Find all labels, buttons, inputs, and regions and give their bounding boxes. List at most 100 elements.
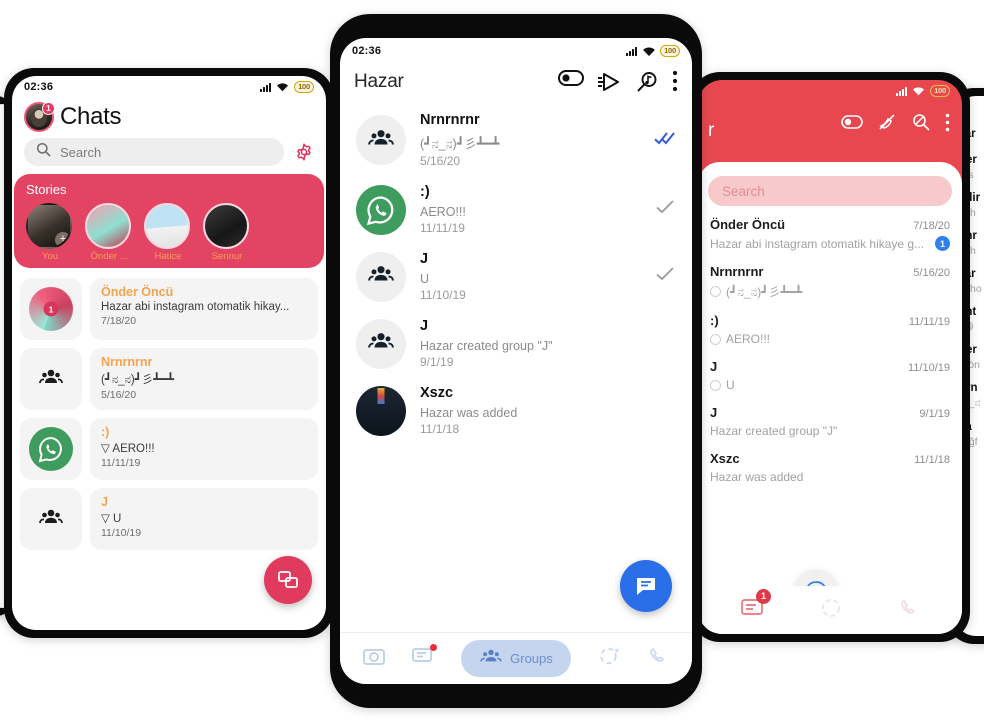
nav-chats-icon[interactable]: 1 (740, 588, 771, 624)
new-chat-fab[interactable] (264, 556, 312, 604)
list-item[interactable]: Önder Öncü 7/18/20 Hazar abi instagram oto… (698, 210, 962, 257)
list-item-body[interactable]: Xszc Hazar was added 11/1/18 (420, 385, 640, 436)
add-story-icon[interactable]: + (55, 232, 70, 247)
chat-name: Xszc (710, 451, 740, 466)
unread-badge: 1 (43, 301, 59, 317)
chat-name: J (101, 495, 108, 509)
list-item-header: J 11/10/19 (710, 359, 950, 374)
story-avatar[interactable] (85, 203, 131, 249)
nav-camera[interactable] (363, 646, 386, 671)
chat-date: 5/16/20 (420, 154, 461, 168)
avatar[interactable] (356, 184, 406, 235)
nav-groups[interactable]: Groups (461, 640, 571, 677)
chat-name: Nrnrnrnr (101, 355, 153, 369)
nav-chats[interactable] (412, 644, 438, 670)
nav-status[interactable] (598, 645, 620, 672)
list-item[interactable]: 1 Önder Öncü Hazar abi instagram otomatik … (20, 278, 318, 340)
avatar[interactable] (356, 115, 406, 165)
search-off-icon[interactable] (911, 112, 931, 137)
list-item-body[interactable]: :) AERO!!! 11/11/19 (420, 184, 640, 235)
avatar-container[interactable] (20, 488, 82, 550)
avatar[interactable] (356, 318, 406, 369)
avatar-container[interactable] (20, 348, 82, 410)
list-item-body[interactable]: J ▽ U 11/10/19 (90, 488, 318, 550)
wifi-icon (276, 82, 289, 92)
list-item-body[interactable]: Önder Öncü Hazar abi instagram otomatik h… (90, 278, 318, 340)
list-item-body[interactable]: J Hazar created group "J" 9/1/19 (420, 318, 640, 369)
avatar (29, 427, 73, 471)
story-avatar[interactable]: + (26, 203, 72, 249)
nav-calls[interactable] (647, 645, 669, 672)
avatar-container[interactable] (20, 418, 82, 480)
story-item[interactable]: Sennur (203, 203, 251, 262)
list-item[interactable]: Nrnrnrnr (┛ನ_ನ)┛彡┻━┻ 5/16/20 (20, 348, 318, 410)
search-input[interactable]: Search (24, 138, 284, 166)
wifi-icon (912, 86, 925, 96)
list-item[interactable]: Nrnrnrnr 5/16/20 (┛ನ_ನ)┛彡┻━┻ (698, 257, 962, 306)
list-item[interactable]: Xszc Hazar was added 11/1/18 (340, 377, 692, 444)
overflow-menu-icon[interactable] (945, 113, 950, 137)
phone-center: 02:36 100 Hazar Nrnrnrnr (┛ನ_ನ)┛彡┻━┻ 5/1… (330, 14, 702, 708)
phone-right-screen: 02:36 100 (698, 80, 962, 634)
story-item[interactable]: + You (26, 203, 74, 262)
chat-date: 7/18/20 (913, 220, 950, 232)
list-item[interactable]: :) 11/11/19 AERO!!! (698, 306, 962, 352)
list-item[interactable]: Nrnrnrnr (┛ನ_ನ)┛彡┻━┻ 5/16/20 (340, 104, 692, 176)
chat-message: Hazar abi instagram otomatik hikaye g... (710, 236, 925, 251)
story-avatar[interactable] (203, 203, 249, 249)
avatar[interactable] (356, 385, 406, 436)
screenshot-canvas: zarnerılsedirPhehrPhzarPhoeht😄neryönnrnನ… (0, 0, 984, 721)
story-label: You (41, 251, 59, 262)
list-item[interactable]: J 11/10/19 U (698, 352, 962, 398)
list-item[interactable]: J ▽ U 11/10/19 (20, 488, 318, 550)
list-item-header: Nrnrnrnr 5/16/20 (710, 264, 950, 279)
story-avatar[interactable] (144, 203, 190, 249)
list-item[interactable]: J U 11/10/19 (340, 243, 692, 310)
gear-icon[interactable] (294, 142, 314, 162)
chat-name: J (710, 359, 718, 374)
chat-date: 11/1/18 (914, 454, 950, 466)
story-item[interactable]: Önder ... (85, 203, 133, 262)
list-item[interactable]: J Hazar created group "J" 9/1/19 (340, 310, 692, 377)
group-icon (38, 504, 64, 535)
right-toolbar (698, 102, 962, 137)
list-item-body[interactable]: :) ▽ AERO!!! 11/11/19 (90, 418, 318, 480)
toggle-switch-icon[interactable] (841, 115, 863, 134)
chat-date: 9/1/19 (420, 355, 454, 369)
broadcast-icon[interactable] (596, 70, 620, 94)
nav-status-icon[interactable] (820, 597, 842, 624)
avatar-container[interactable]: 1 (20, 278, 82, 340)
list-item[interactable]: J 9/1/19 Hazar created group "J" (698, 398, 962, 444)
list-item[interactable]: :) AERO!!! 11/11/19 (340, 176, 692, 243)
overflow-menu-icon[interactable] (672, 70, 678, 94)
chat-date: 11/10/19 (420, 288, 466, 302)
story-item[interactable]: Hatice (144, 203, 192, 262)
calls-icon (647, 645, 669, 672)
chat-message: Hazar was added (420, 406, 518, 420)
mute-icon[interactable] (877, 112, 897, 137)
profile-avatar[interactable]: 1 (24, 102, 55, 132)
search-placeholder: Search (722, 183, 765, 199)
list-item-header: Önder Öncü 7/18/20 (710, 217, 950, 232)
single-check-icon (654, 199, 676, 220)
list-item[interactable]: :) ▽ AERO!!! 11/11/19 (20, 418, 318, 480)
chat-message: ▽ U (101, 513, 122, 525)
new-message-fab[interactable] (620, 560, 672, 612)
chat-name: Nrnrnrnr (710, 264, 764, 279)
center-chat-list: Nrnrnrnr (┛ನ_ನ)┛彡┻━┻ 5/16/20 :) AERO!!! 11/11… (340, 102, 692, 446)
chat-date: 5/16/20 (101, 389, 137, 401)
toggle-switch-icon[interactable] (558, 70, 584, 94)
list-item[interactable]: Xszc 11/1/18 Hazar was added (698, 444, 962, 490)
music-search-icon[interactable] (634, 70, 658, 94)
chat-message: (┛ನ_ನ)┛彡┻━┻ (726, 285, 803, 299)
list-item-sub: Hazar created group "J" (710, 424, 950, 438)
list-item-body[interactable]: Nrnrnrnr (┛ನ_ನ)┛彡┻━┻ 5/16/20 (420, 112, 640, 168)
search-input[interactable]: Search (708, 176, 952, 206)
chat-message: (┛ನ_ನ)┛彡┻━┻ (101, 374, 174, 386)
nav-calls-icon[interactable] (898, 597, 920, 624)
chat-message: U (420, 272, 430, 286)
list-item-body[interactable]: Nrnrnrnr (┛ನ_ನ)┛彡┻━┻ 5/16/20 (90, 348, 318, 410)
list-item-body[interactable]: J U 11/10/19 (420, 251, 640, 302)
list-item-header: :) 11/11/19 (710, 313, 950, 328)
avatar[interactable] (356, 251, 406, 302)
